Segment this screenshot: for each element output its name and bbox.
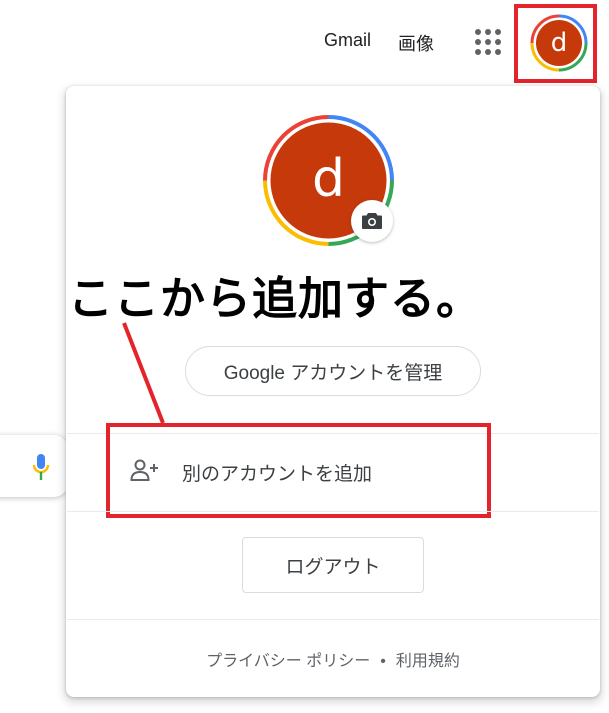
logout-button[interactable]: ログアウト (242, 537, 424, 593)
footer-separator: • (380, 653, 386, 670)
add-account-highlight-box (106, 423, 491, 518)
images-link[interactable]: 画像 (398, 30, 434, 56)
privacy-policy-link[interactable]: プライバシー ポリシー (206, 653, 370, 670)
manage-account-button[interactable]: Google アカウントを管理 (185, 346, 481, 396)
camera-icon (362, 213, 382, 229)
divider (67, 619, 599, 620)
terms-link[interactable]: 利用規約 (396, 653, 460, 670)
apps-grid-icon[interactable] (475, 29, 501, 55)
microphone-icon[interactable] (31, 453, 51, 481)
avatar-highlight-box (514, 4, 597, 83)
gmail-link[interactable]: Gmail (324, 30, 371, 51)
panel-footer: プライバシー ポリシー • 利用規約 (67, 647, 599, 671)
annotation-callout: ここから追加する。 (68, 272, 483, 325)
divider (67, 511, 599, 512)
change-photo-button[interactable] (351, 200, 393, 242)
